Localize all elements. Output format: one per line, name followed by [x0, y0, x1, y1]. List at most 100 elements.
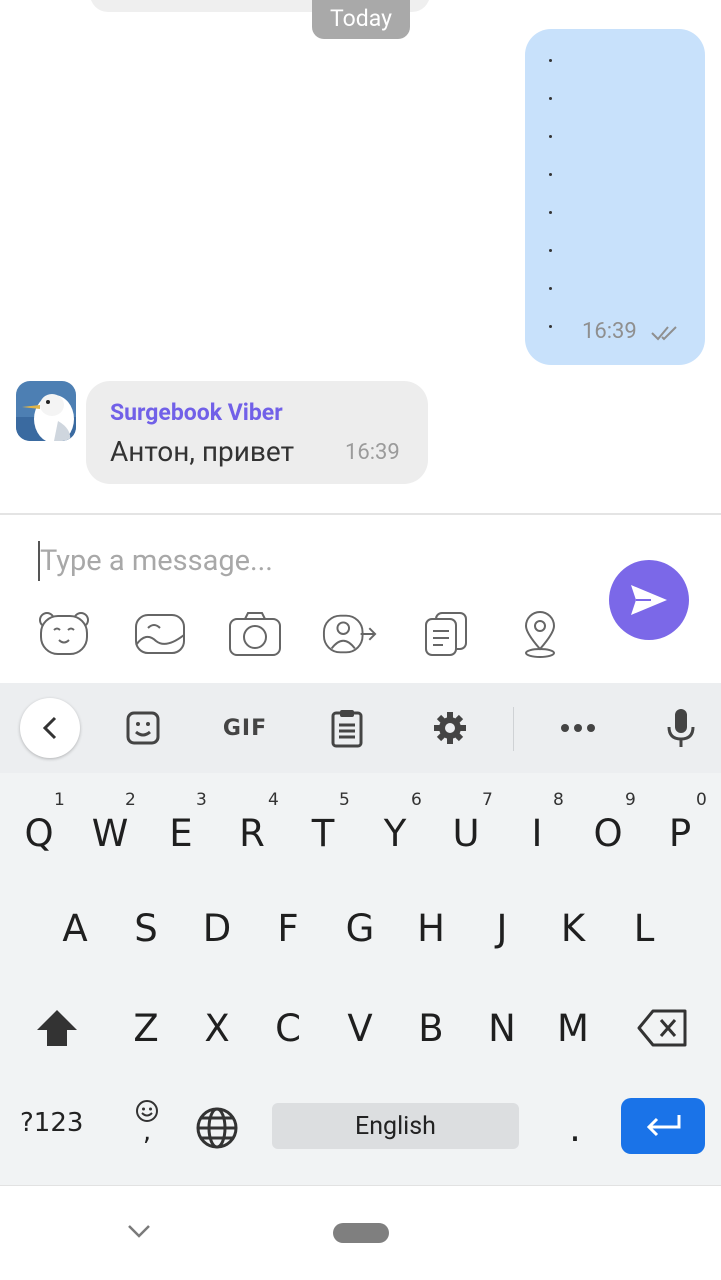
dot-line [549, 325, 552, 328]
location-icon [524, 611, 556, 658]
key-hint: 1 [54, 790, 65, 810]
key-label: H [417, 906, 445, 950]
seagull-avatar-image [16, 381, 76, 441]
send-icon [631, 585, 667, 615]
key-label: P [668, 811, 692, 855]
key-n[interactable]: N [467, 983, 537, 1073]
share-contact-icon [322, 614, 377, 654]
home-gesture-pill[interactable] [333, 1223, 389, 1243]
key-label: W [91, 811, 129, 855]
toolbar-divider [513, 707, 514, 751]
on-screen-keyboard: G I F Q W E R T Y U I O P 1 2 3 4 5 6 7 8 … [0, 683, 721, 1185]
system-navigation-bar [0, 1185, 721, 1280]
key-hint: 9 [625, 790, 636, 810]
dot-line [549, 249, 552, 252]
key-f[interactable]: F [253, 883, 323, 973]
key-label: G [345, 906, 375, 950]
sticker-icon [126, 711, 160, 745]
key-hint: 3 [196, 790, 207, 810]
dot-line [549, 135, 552, 138]
more-options-button[interactable] [555, 705, 601, 751]
dot-line [549, 173, 552, 176]
key-h[interactable]: H [396, 883, 466, 973]
enter-key[interactable] [621, 1098, 705, 1154]
emoji-comma-key[interactable]: , [120, 1083, 174, 1173]
key-c[interactable]: C [253, 983, 323, 1073]
dot-line [549, 97, 552, 100]
key-a[interactable]: A [40, 883, 110, 973]
language-key[interactable] [190, 1083, 244, 1173]
location-button[interactable] [512, 608, 568, 660]
backspace-key[interactable] [625, 983, 701, 1073]
date-chip: Today [312, 0, 410, 39]
symbols-key[interactable]: ?123 [20, 1108, 83, 1138]
key-k[interactable]: K [538, 883, 608, 973]
key-label: Q [24, 811, 54, 855]
more-icon [561, 724, 595, 732]
comma-label: , [142, 1117, 152, 1147]
key-l[interactable]: L [609, 883, 679, 973]
gif-label: GIF [222, 715, 268, 741]
key-m[interactable]: M [538, 983, 608, 1073]
voice-input-button[interactable] [658, 705, 704, 751]
key-label: L [633, 906, 655, 950]
keyboard-back-button[interactable] [20, 698, 80, 758]
key-label: N [488, 1006, 516, 1050]
hide-keyboard-chevron-icon[interactable] [126, 1222, 152, 1240]
settings-icon [434, 712, 466, 744]
key-s[interactable]: S [111, 883, 181, 973]
key-label: U [452, 811, 480, 855]
key-label: T [311, 811, 335, 855]
message-input[interactable] [40, 541, 580, 581]
message-composer [0, 513, 721, 683]
key-j[interactable]: J [467, 883, 537, 973]
key-label: I [531, 811, 543, 855]
camera-icon [229, 612, 281, 656]
shift-key[interactable] [20, 983, 94, 1073]
key-label: A [62, 906, 88, 950]
outgoing-message-bubble[interactable]: 16:39 [525, 29, 705, 365]
keyboard-sticker-button[interactable] [120, 705, 166, 751]
key-z[interactable]: Z [111, 983, 181, 1073]
key-g[interactable]: G [325, 883, 395, 973]
share-contact-button[interactable] [322, 608, 378, 660]
gallery-button[interactable] [132, 608, 188, 660]
spacebar[interactable]: English [272, 1103, 519, 1149]
gallery-icon [135, 614, 185, 654]
key-label: S [134, 906, 158, 950]
period-key[interactable]: . [548, 1083, 602, 1173]
key-b[interactable]: B [396, 983, 466, 1073]
microphone-icon [667, 709, 695, 747]
key-hint: 5 [339, 790, 350, 810]
key-hint: 7 [482, 790, 493, 810]
send-button[interactable] [609, 560, 689, 640]
key-label: R [239, 811, 265, 855]
key-label: Z [133, 1006, 159, 1050]
key-hint: 8 [553, 790, 564, 810]
key-label: E [169, 811, 193, 855]
key-label: K [560, 906, 586, 950]
key-label: D [202, 906, 232, 950]
chat-history[interactable]: Today 16:39 Surgebook Viber Антон, приве… [0, 0, 721, 513]
gif-button[interactable]: GIF [218, 705, 272, 751]
key-v[interactable]: V [325, 983, 395, 1073]
camera-button[interactable] [227, 608, 283, 660]
key-label: M [557, 1006, 589, 1050]
clipboard-icon [331, 710, 363, 748]
sticker-button[interactable] [36, 608, 92, 660]
keyboard-toolbar: GIF [0, 683, 721, 773]
file-button[interactable] [417, 608, 473, 660]
sender-name[interactable]: Surgebook Viber [110, 399, 283, 426]
key-label: V [347, 1006, 373, 1050]
sender-avatar[interactable] [16, 381, 76, 441]
chevron-left-icon [42, 716, 57, 740]
keyboard-settings-button[interactable] [427, 705, 473, 751]
incoming-message-time: 16:39 [345, 440, 400, 465]
incoming-message-bubble[interactable]: Surgebook Viber Антон, привет 16:39 [86, 381, 428, 484]
key-hint: 6 [411, 790, 422, 810]
key-d[interactable]: D [182, 883, 252, 973]
clipboard-button[interactable] [324, 705, 370, 751]
viber-chat-screen: Today 16:39 Surgebook Viber Антон, приве… [0, 0, 721, 1280]
key-x[interactable]: X [182, 983, 252, 1073]
dot-line [549, 211, 552, 214]
